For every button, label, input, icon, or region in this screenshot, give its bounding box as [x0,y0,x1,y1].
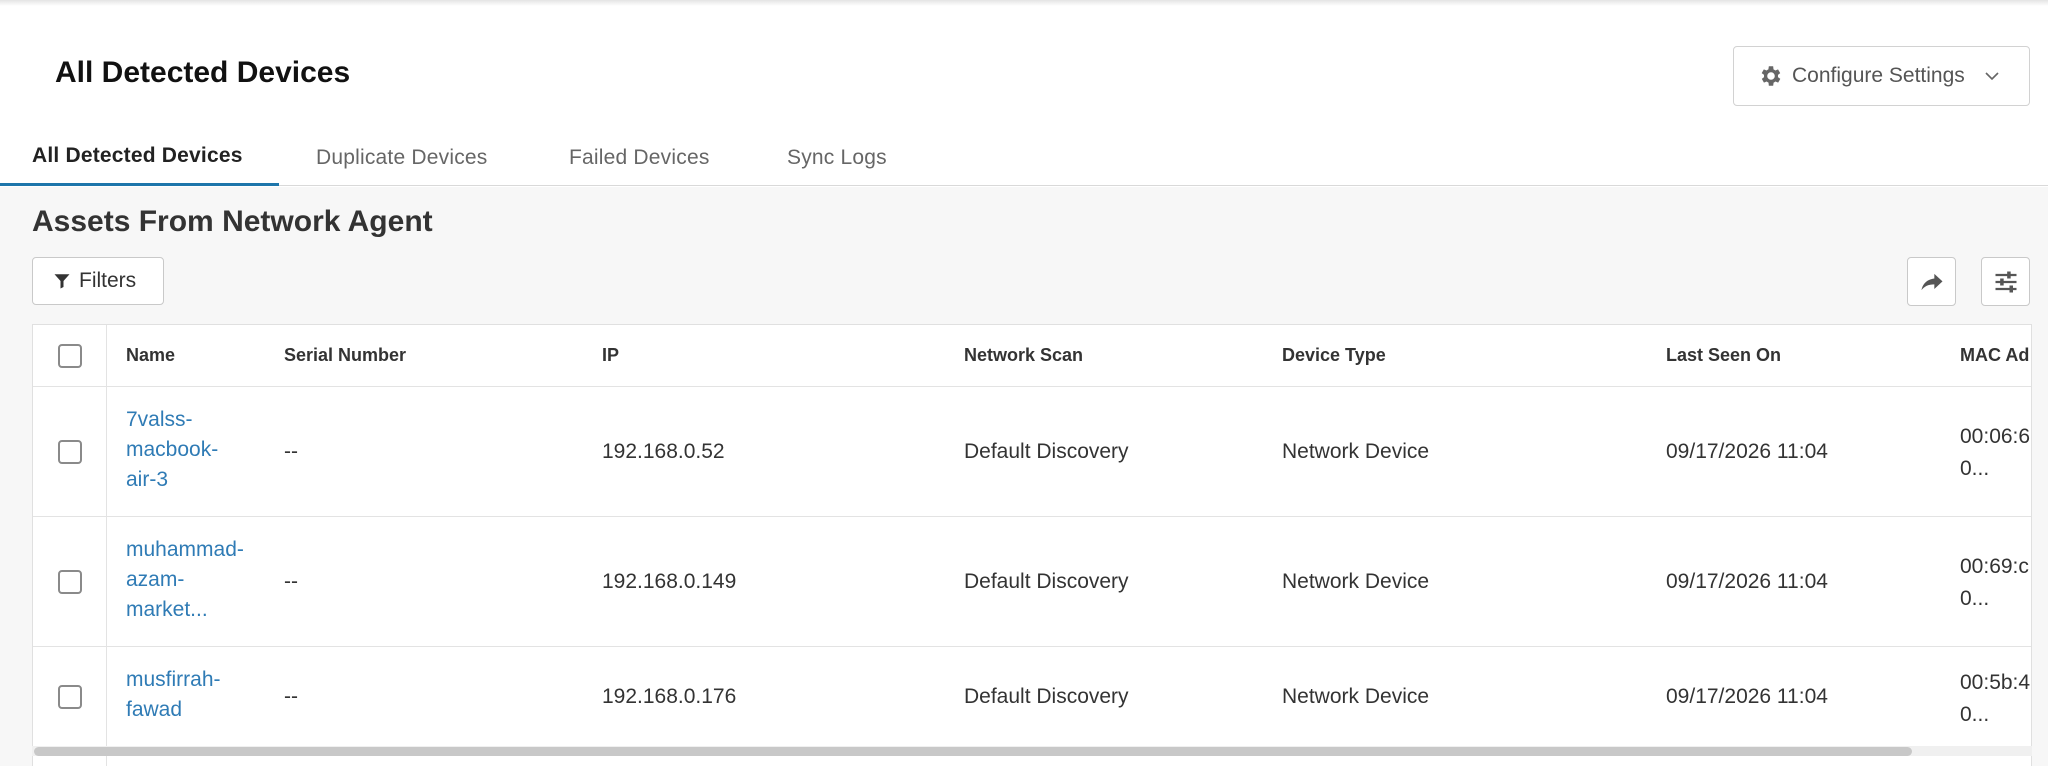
network-scan-cell: Default Discovery [964,440,1129,463]
network-scan-cell: Default Discovery [964,685,1129,708]
content-area: Assets From Network Agent Filters Name S… [0,187,2048,766]
last-seen-cell: 09/17/2026 11:04 [1666,440,1828,463]
device-type-cell: Network Device [1282,440,1430,463]
tab-label: Failed Devices [569,146,710,169]
filters-button[interactable]: Filters [32,257,164,305]
mac-address-cell: 00:69:c 0... [1960,555,2029,610]
serial-number-cell: -- [284,685,298,708]
configure-settings-label: Configure Settings [1792,64,1965,87]
device-type-cell: Network Device [1282,570,1430,593]
row-checkbox[interactable] [58,570,82,594]
devices-table: Name Serial Number IP Network Scan Devic… [32,324,2032,766]
column-settings-button[interactable] [1981,257,2030,306]
select-all-checkbox[interactable] [58,344,82,368]
last-seen-cell: 09/17/2026 11:04 [1666,685,1828,708]
configure-settings-button[interactable]: Configure Settings [1733,46,2030,106]
column-header-mac-address[interactable]: MAC Ad [1960,345,2029,366]
share-arrow-icon [1921,273,1942,290]
mac-address-cell: 00:5b:4 0... [1960,671,2031,726]
tab-label: All Detected Devices [32,144,243,167]
table-header: Name Serial Number IP Network Scan Devic… [33,325,2031,387]
column-header-network-scan[interactable]: Network Scan [964,345,1083,366]
device-name-link[interactable]: 7valss- macbook- air-3 [126,405,256,495]
device-type-cell: Network Device [1282,685,1430,708]
network-scan-cell: Default Discovery [964,570,1129,593]
tab-duplicate-devices[interactable]: Duplicate Devices [316,140,487,186]
section-title: Assets From Network Agent [32,205,433,238]
column-header-serial-number[interactable]: Serial Number [284,345,406,366]
tab-sync-logs[interactable]: Sync Logs [787,140,887,186]
export-button[interactable] [1907,257,1956,306]
ip-cell: 192.168.0.52 [602,440,725,463]
mac-address-cell: 00:06:6 0... [1960,425,2031,480]
tab-label: Sync Logs [787,146,887,169]
column-header-last-seen-on[interactable]: Last Seen On [1666,345,1781,366]
top-shadow [0,0,2048,6]
ip-cell: 192.168.0.176 [602,685,737,708]
table-row: 7valss- macbook- air-3 -- 192.168.0.52 D… [33,387,2031,517]
serial-number-cell: -- [284,440,298,463]
device-name-link[interactable]: musfirrah- fawad [126,665,256,725]
horizontal-scrollbar-thumb[interactable] [34,747,1912,756]
column-header-name[interactable]: Name [126,345,175,366]
device-name-link[interactable]: muhammad- azam- market... [126,535,256,625]
tab-all-detected-devices[interactable]: All Detected Devices [32,140,279,186]
chevron-down-icon [1985,72,1999,81]
column-header-ip[interactable]: IP [602,345,619,366]
active-tab-indicator [0,183,279,186]
ip-cell: 192.168.0.149 [602,570,737,593]
filters-label: Filters [79,269,137,292]
table-row: muhammad- azam- market... -- 192.168.0.1… [33,517,2031,647]
page-title: All Detected Devices [55,56,351,89]
tab-failed-devices[interactable]: Failed Devices [569,140,710,186]
column-header-device-type[interactable]: Device Type [1282,345,1386,366]
gear-icon [1761,66,1781,86]
serial-number-cell: -- [284,570,298,593]
tab-label: Duplicate Devices [316,146,488,169]
filter-icon [54,274,70,289]
tab-bar: All Detected Devices Duplicate Devices F… [0,140,2048,186]
row-checkbox[interactable] [58,685,82,709]
row-checkbox[interactable] [58,440,82,464]
sliders-icon [1995,271,2016,292]
last-seen-cell: 09/17/2026 11:04 [1666,570,1828,593]
